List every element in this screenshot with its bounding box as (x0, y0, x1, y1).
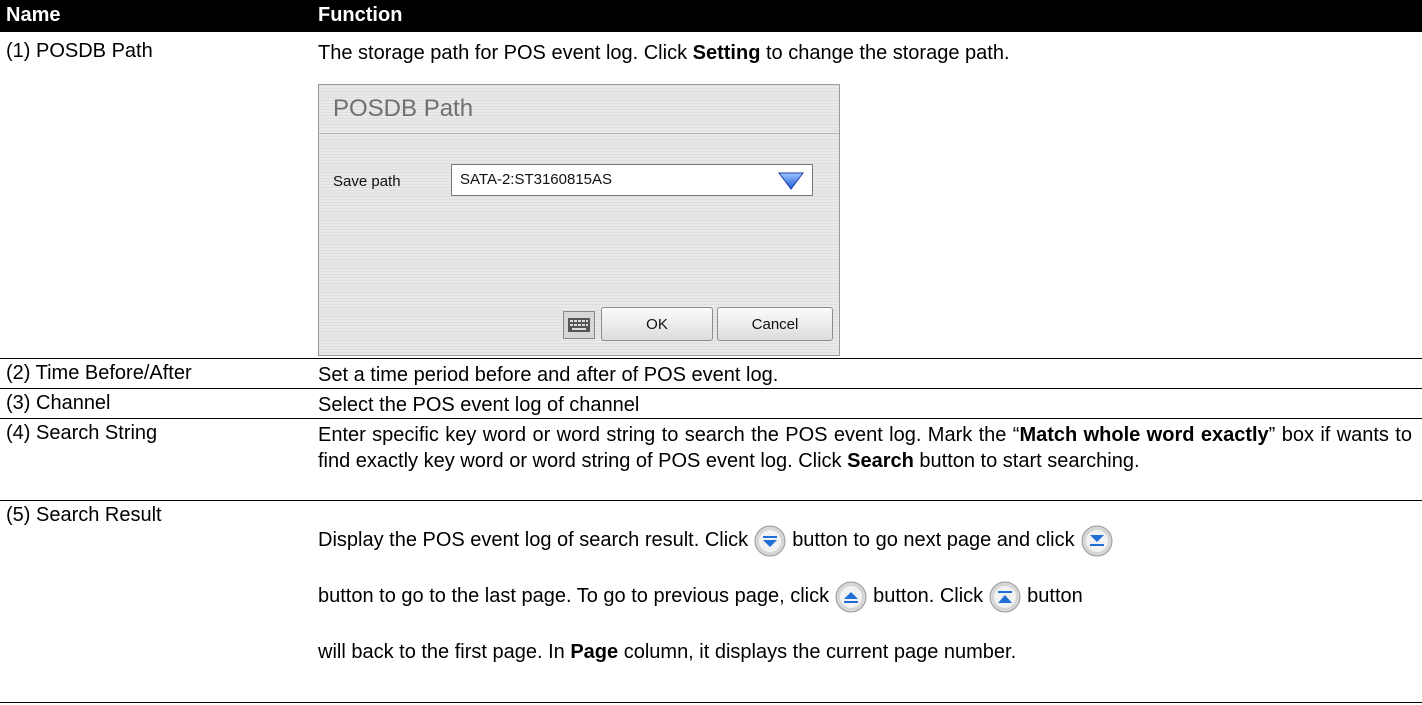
keyboard-icon[interactable] (563, 311, 595, 339)
save-path-label: Save path (333, 173, 401, 190)
row-description: Set a time period before and after of PO… (318, 364, 779, 386)
ok-button[interactable]: OK (601, 307, 713, 341)
match-whole-word-keyword: Match whole word exactly (1019, 424, 1269, 446)
save-path-select[interactable]: SATA-2:ST3160815AS (451, 164, 813, 196)
text: button. Click (873, 585, 984, 607)
text: column, it displays the current page num… (618, 641, 1017, 663)
row-divider (0, 500, 1422, 501)
row-name: (4) Search String (6, 422, 158, 444)
text: Enter specific key word or word string t… (318, 424, 1020, 446)
text: button to go to the last page. To go to … (318, 585, 830, 607)
row-description: Select the POS event log of channel (318, 394, 640, 416)
row-divider (0, 358, 1422, 359)
text: button (1027, 585, 1083, 607)
row-divider (0, 388, 1422, 389)
setting-keyword: Setting (692, 42, 761, 64)
next-page-icon (754, 525, 786, 557)
posdb-path-dialog: POSDB Path Save path SATA-2:ST3160815AS … (318, 84, 840, 356)
first-page-icon (989, 581, 1021, 613)
text: button to go next page and click (792, 529, 1075, 551)
dialog-divider (319, 133, 839, 134)
search-keyword: Search (847, 450, 914, 472)
dialog-title: POSDB Path (333, 95, 474, 122)
row-divider (0, 702, 1422, 703)
triangle-down-icon[interactable] (778, 172, 804, 190)
row-description: Enter specific key word or word string t… (318, 422, 1412, 474)
previous-page-icon (835, 581, 867, 613)
last-page-icon (1081, 525, 1113, 557)
text: will back to the first page. In (318, 641, 571, 663)
header-name: Name (6, 4, 61, 26)
row-description: Display the POS event log of search resu… (318, 512, 1412, 680)
row-name: (2) Time Before/After (6, 362, 192, 384)
text: The storage path for POS event log. Clic… (318, 42, 693, 64)
cancel-button[interactable]: Cancel (717, 307, 833, 341)
row-divider (0, 418, 1422, 419)
text: to change the storage path. (760, 42, 1010, 64)
header-function: Function (318, 4, 403, 26)
row-name: (3) Channel (6, 392, 111, 414)
row-description: The storage path for POS event log. Clic… (318, 40, 1412, 66)
row-name: (5) Search Result (6, 504, 162, 526)
save-path-value: SATA-2:ST3160815AS (460, 171, 613, 188)
text: button to start searching. (913, 450, 1140, 472)
text: Display the POS event log of search resu… (318, 529, 749, 551)
row-name: (1) POSDB Path (6, 40, 153, 62)
page-keyword: Page (570, 641, 619, 663)
table-header: Name Function (0, 0, 1422, 32)
